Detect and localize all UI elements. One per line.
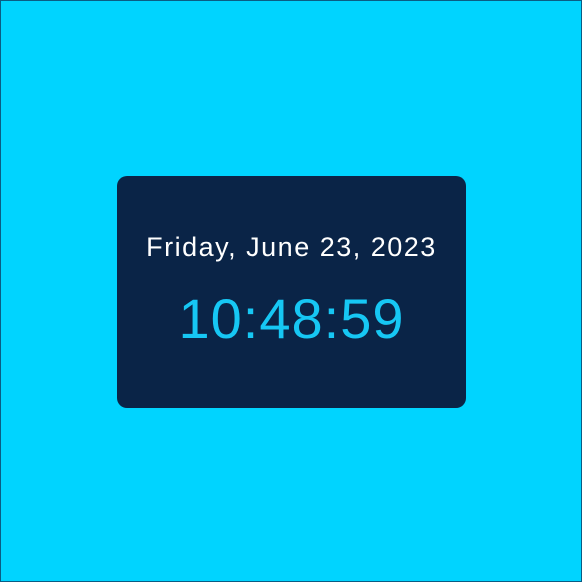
clock-date: Friday, June 23, 2023	[146, 232, 437, 262]
clock-time: 10:48:59	[178, 287, 405, 350]
clock-card: Friday, June 23, 2023 10:48:59	[117, 176, 466, 408]
